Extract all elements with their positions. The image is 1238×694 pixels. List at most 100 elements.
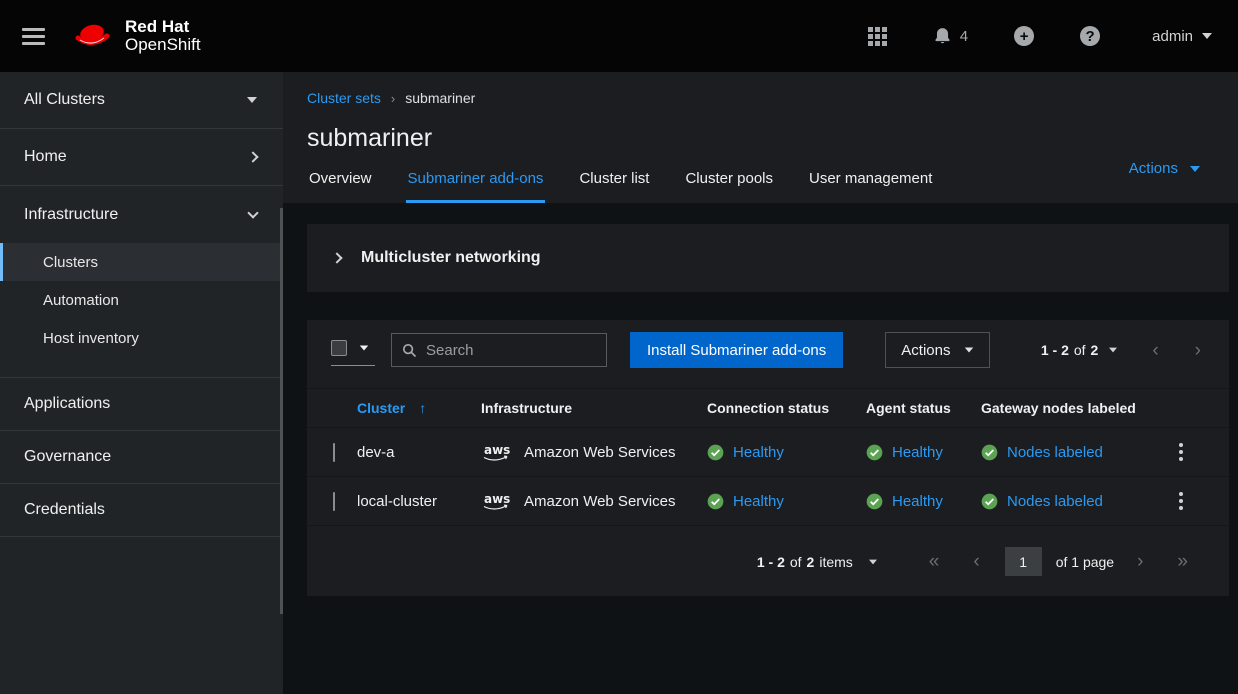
breadcrumb-link-cluster-sets[interactable]: Cluster sets bbox=[307, 90, 381, 106]
bulk-select-checkbox[interactable] bbox=[331, 340, 347, 356]
next-page-icon[interactable]: › bbox=[1191, 341, 1205, 360]
tab-cluster-list[interactable]: Cluster list bbox=[577, 168, 651, 203]
gateway-nodes-link[interactable]: Nodes labeled bbox=[1007, 493, 1103, 510]
bell-icon bbox=[933, 26, 952, 46]
table-actions-dropdown[interactable]: Actions bbox=[885, 332, 990, 368]
sidebar: All Clusters Home Infrastructure Cluster… bbox=[0, 72, 283, 694]
aws-icon: aws bbox=[481, 442, 514, 463]
tab-submariner-add-ons[interactable]: Submariner add-ons bbox=[406, 168, 546, 203]
check-circle-icon bbox=[866, 444, 883, 461]
chevron-down-icon bbox=[247, 207, 258, 218]
question-circle-icon: ? bbox=[1080, 26, 1100, 46]
agent-status-link[interactable]: Healthy bbox=[892, 444, 943, 461]
column-header-cluster[interactable]: Cluster↑ bbox=[357, 389, 481, 428]
column-header-connection-status[interactable]: Connection status bbox=[707, 389, 866, 428]
tab-bar: Overview Submariner add-ons Cluster list… bbox=[307, 168, 1214, 203]
sidebar-item-clusters[interactable]: Clusters bbox=[0, 243, 283, 281]
section-title: Multicluster networking bbox=[361, 249, 541, 267]
column-header-gateway-nodes[interactable]: Gateway nodes labeled bbox=[981, 389, 1171, 428]
check-circle-icon bbox=[981, 493, 998, 510]
sort-ascending-icon: ↑ bbox=[419, 400, 426, 416]
prev-page-icon[interactable]: ‹ bbox=[1148, 341, 1162, 360]
plus-circle-icon: + bbox=[1014, 26, 1034, 46]
notifications-button[interactable]: 4 bbox=[933, 26, 968, 46]
connection-status-link[interactable]: Healthy bbox=[733, 444, 784, 461]
create-button[interactable]: + bbox=[1014, 26, 1034, 46]
username: admin bbox=[1152, 28, 1193, 45]
help-button[interactable]: ? bbox=[1080, 26, 1100, 46]
pagination-of: of bbox=[1074, 342, 1086, 358]
check-circle-icon bbox=[866, 493, 883, 510]
submariner-addons-card: Install Submariner add-ons Actions 1 - 2… bbox=[307, 320, 1229, 596]
page-title: submariner bbox=[307, 121, 1214, 155]
page-actions-label: Actions bbox=[1129, 160, 1178, 177]
table-header-row: Cluster↑ Infrastructure Connection statu… bbox=[307, 389, 1229, 428]
pagination-range: 1 - 2 bbox=[1041, 342, 1069, 358]
sidebar-item-host-inventory[interactable]: Host inventory bbox=[0, 319, 283, 357]
pagination-top: 1 - 2 of 2 ‹ › bbox=[1041, 341, 1205, 360]
breadcrumb: Cluster sets › submariner bbox=[307, 90, 1214, 106]
caret-down-icon bbox=[1190, 166, 1200, 172]
page-header: Cluster sets › submariner submariner Act… bbox=[283, 72, 1238, 203]
brand-name-bottom: OpenShift bbox=[125, 36, 201, 54]
chevron-right-icon bbox=[247, 151, 258, 162]
check-circle-icon bbox=[707, 493, 724, 510]
caret-down-icon[interactable] bbox=[1109, 348, 1117, 353]
expand-toggle-button[interactable] bbox=[329, 250, 345, 266]
row-kebab-menu-icon[interactable] bbox=[1171, 488, 1191, 514]
infrastructure-provider: Amazon Web Services bbox=[524, 444, 675, 461]
app-launcher-grid-icon[interactable] bbox=[868, 27, 887, 46]
sidebar-item-credentials[interactable]: Credentials bbox=[0, 484, 283, 537]
user-menu[interactable]: admin bbox=[1152, 28, 1212, 45]
sidebar-item-governance[interactable]: Governance bbox=[0, 431, 283, 484]
tab-user-management[interactable]: User management bbox=[807, 168, 934, 203]
pagination-of: of bbox=[790, 554, 802, 570]
search-box bbox=[391, 333, 607, 367]
gateway-nodes-link[interactable]: Nodes labeled bbox=[1007, 444, 1103, 461]
bulk-select-dropdown[interactable] bbox=[331, 334, 375, 366]
cluster-name: local-cluster bbox=[357, 477, 481, 526]
infrastructure-provider: Amazon Web Services bbox=[524, 493, 675, 510]
prev-page-icon[interactable]: ‹ bbox=[969, 552, 983, 571]
row-kebab-menu-icon[interactable] bbox=[1171, 439, 1191, 465]
perspective-label: All Clusters bbox=[24, 91, 105, 109]
page-actions-dropdown[interactable]: Actions bbox=[1129, 160, 1200, 177]
first-page-icon[interactable]: « bbox=[925, 552, 944, 571]
sidebar-item-label: Governance bbox=[24, 448, 111, 466]
check-circle-icon bbox=[981, 444, 998, 461]
tab-cluster-pools[interactable]: Cluster pools bbox=[683, 168, 775, 203]
column-header-infrastructure[interactable]: Infrastructure bbox=[481, 389, 707, 428]
pagination-bottom: 1 - 2 of 2 items « ‹ of 1 page › » bbox=[307, 526, 1229, 596]
perspective-switcher-all-clusters[interactable]: All Clusters bbox=[0, 72, 283, 129]
row-checkbox[interactable] bbox=[333, 492, 335, 511]
last-page-icon[interactable]: » bbox=[1173, 552, 1192, 571]
brand-name-top: Red Hat bbox=[125, 18, 201, 36]
install-submariner-addons-button[interactable]: Install Submariner add-ons bbox=[630, 332, 843, 368]
current-page-input[interactable] bbox=[1005, 547, 1042, 576]
aws-icon: aws bbox=[481, 491, 514, 512]
row-checkbox[interactable] bbox=[333, 443, 335, 462]
caret-down-icon bbox=[360, 345, 369, 350]
sidebar-scrollbar[interactable] bbox=[280, 208, 283, 614]
sidebar-item-home[interactable]: Home bbox=[0, 129, 283, 186]
tab-overview[interactable]: Overview bbox=[307, 168, 374, 203]
items-per-page-dropdown[interactable]: 1 - 2 of 2 items bbox=[757, 554, 878, 570]
sidebar-item-applications[interactable]: Applications bbox=[0, 378, 283, 431]
connection-status-link[interactable]: Healthy bbox=[733, 493, 784, 510]
sidebar-item-automation[interactable]: Automation bbox=[0, 281, 283, 319]
agent-status-link[interactable]: Healthy bbox=[892, 493, 943, 510]
sidebar-item-label: Applications bbox=[24, 395, 110, 413]
sidebar-item-infrastructure[interactable]: Infrastructure bbox=[0, 186, 283, 243]
column-header-agent-status[interactable]: Agent status bbox=[866, 389, 981, 428]
nav-toggle-hamburger-icon[interactable] bbox=[18, 22, 49, 51]
main-content: Cluster sets › submariner submariner Act… bbox=[283, 72, 1238, 694]
sidebar-group-infrastructure: Infrastructure Clusters Automation Host … bbox=[0, 186, 283, 378]
cluster-name: dev-a bbox=[357, 428, 481, 477]
pagination-total: 2 bbox=[1091, 342, 1099, 358]
next-page-icon[interactable]: › bbox=[1133, 552, 1147, 571]
search-input[interactable] bbox=[426, 342, 596, 359]
sidebar-item-label: Home bbox=[24, 148, 67, 166]
pagination-total: 2 bbox=[807, 554, 815, 570]
chevron-down-icon bbox=[1202, 33, 1212, 39]
caret-down-icon bbox=[965, 347, 974, 352]
